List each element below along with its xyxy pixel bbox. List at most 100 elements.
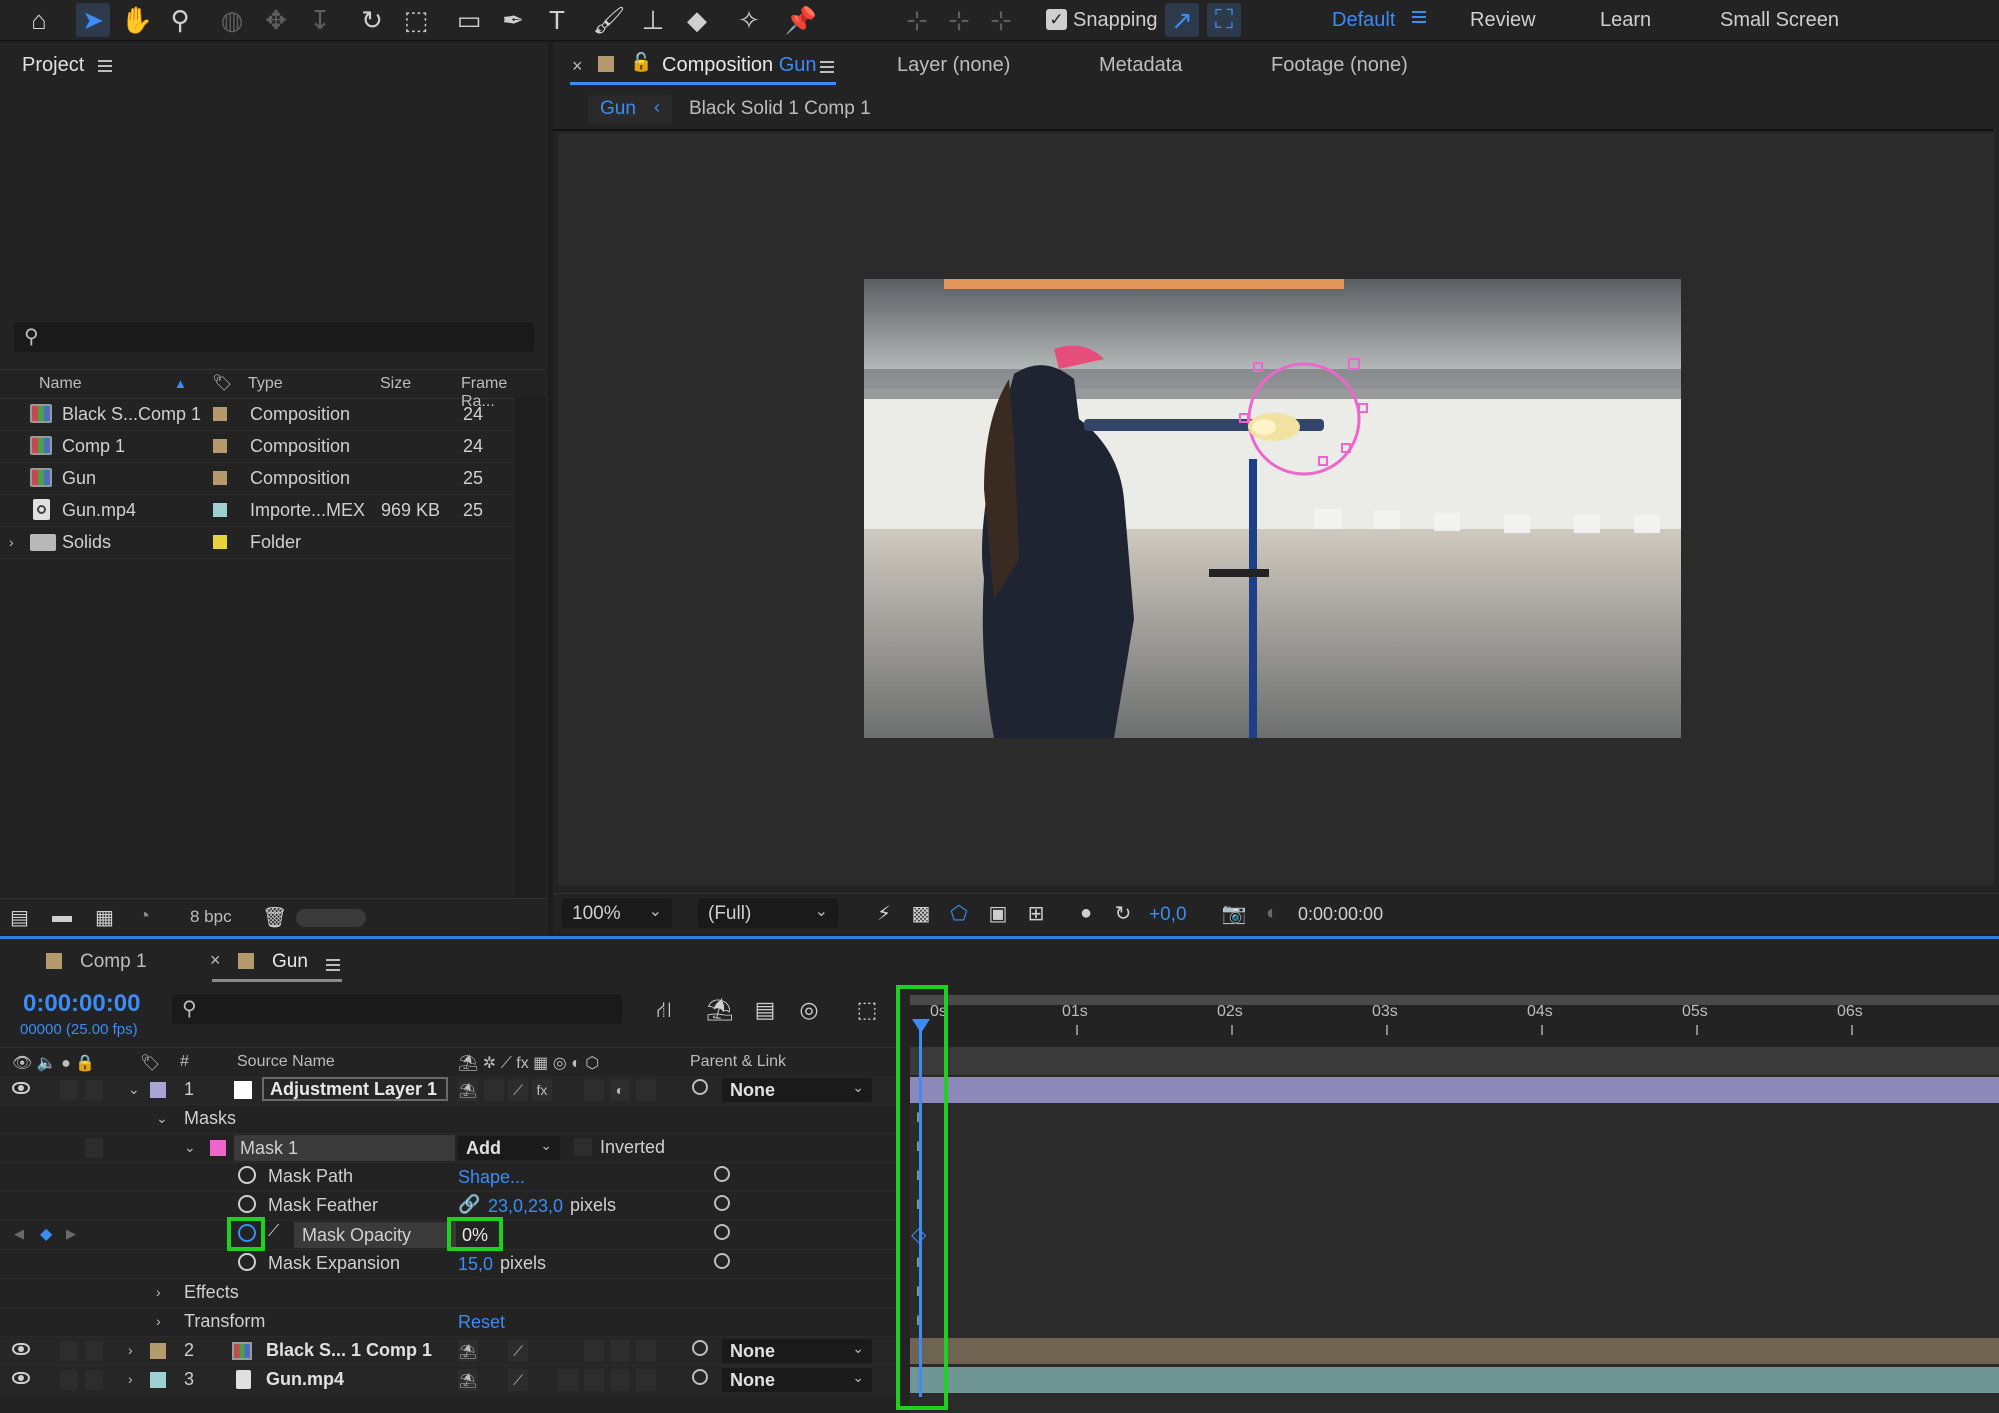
eraser-tool-icon[interactable]: ◆ (680, 3, 714, 37)
motion-blur-switch[interactable] (584, 1079, 604, 1101)
stopwatch-icon[interactable] (238, 1253, 256, 1271)
type-tool-icon[interactable]: T (540, 3, 574, 37)
column-source-name[interactable]: Source Name (237, 1053, 335, 1071)
parent-dropdown[interactable]: None ⌄ (722, 1078, 872, 1102)
lock-icon[interactable]: 🔓 (630, 52, 652, 73)
zoom-tool-icon[interactable]: ⚲ (163, 3, 197, 37)
resolution-dropdown[interactable]: (Full) ⌄ (698, 898, 838, 928)
next-keyframe-icon[interactable]: ▶ (66, 1226, 76, 1242)
property-row-mask-expansion[interactable]: Mask Expansion 15,0 pixels (0, 1250, 900, 1279)
parent-dropdown[interactable]: None ⌄ (722, 1368, 872, 1392)
workspace-small-screen[interactable]: Small Screen (1720, 9, 1839, 32)
workspace-default[interactable]: Default (1332, 9, 1395, 32)
tab-footage[interactable]: Footage (none) (1271, 54, 1408, 77)
pick-whip-icon[interactable] (714, 1224, 730, 1240)
orbit-camera-icon[interactable]: ◍ (215, 3, 249, 37)
shy-switch[interactable]: ⛱ (458, 1369, 478, 1391)
roto-brush-tool-icon[interactable]: ✧ (732, 3, 766, 37)
solo-toggle[interactable] (60, 1341, 78, 1361)
comp-panel-menu-icon[interactable] (820, 58, 834, 82)
breadcrumb-current[interactable]: Gun ‹ (588, 95, 672, 123)
video-frame[interactable] (864, 279, 1681, 738)
mask-color-swatch[interactable] (210, 1140, 226, 1156)
tab-composition[interactable]: Composition Gun (662, 54, 817, 77)
lock-toggle[interactable] (85, 1080, 103, 1100)
mask-expansion-value[interactable]: 15,0 (458, 1254, 493, 1275)
view-axis-icon[interactable]: ⊹ (984, 3, 1018, 37)
quality-switch[interactable]: ⟋ (508, 1340, 528, 1362)
project-search-input[interactable]: ⚲ (14, 322, 534, 352)
label-swatch[interactable] (213, 439, 227, 453)
home-icon[interactable]: ⌂ (22, 3, 56, 37)
layer-1-track-bar[interactable] (910, 1077, 1999, 1103)
layer-label-swatch[interactable] (150, 1343, 166, 1359)
pan-camera-icon[interactable]: ✥ (259, 3, 293, 37)
mask-mode-dropdown[interactable]: Add ⌄ (458, 1136, 560, 1160)
new-folder-icon[interactable]: ▬ (52, 905, 72, 928)
show-snapshot-icon[interactable]: ◐ (1259, 900, 1285, 926)
exposure-value[interactable]: +0,0 (1149, 904, 1187, 926)
expand-chevron-icon[interactable]: › (156, 1284, 161, 1300)
collapse-switch[interactable] (484, 1079, 504, 1101)
graph-editor-icon[interactable]: ⬚ (853, 997, 881, 1023)
pick-whip-icon[interactable] (692, 1079, 708, 1095)
label-swatch[interactable] (213, 407, 227, 421)
mask-feather-value[interactable]: 23,0,23,0 (488, 1196, 563, 1217)
previous-keyframe-icon[interactable]: ◀ (14, 1226, 24, 1242)
motion-blur-icon[interactable]: ◎ (795, 997, 823, 1023)
adjustment-switch[interactable]: ◐ (610, 1079, 630, 1101)
clone-stamp-tool-icon[interactable]: ⊥ (636, 3, 670, 37)
project-panel-menu-icon[interactable] (98, 57, 113, 75)
expand-chevron-icon[interactable]: › (128, 1342, 133, 1358)
layer-row-2[interactable]: › 2 Black S... 1 Comp 1 ⛱ ⟋ None ⌄ (0, 1337, 900, 1366)
mask-path-value[interactable]: Shape... (458, 1167, 525, 1188)
mask-row[interactable]: ⌄ Mask 1 Add ⌄ Inverted (0, 1134, 900, 1163)
timeline-search-input[interactable]: ⚲ (172, 994, 622, 1024)
snapping-checkbox[interactable]: ✓ (1046, 9, 1067, 30)
timeline-tracks[interactable] (910, 1076, 1999, 1413)
motion-blur-switch[interactable] (584, 1340, 604, 1362)
column-name[interactable]: Name (39, 375, 82, 393)
lock-toggle[interactable] (85, 1341, 103, 1361)
grid-guides-icon[interactable]: ⊞ (1023, 900, 1049, 926)
expand-chevron-icon[interactable]: ⌄ (156, 1110, 168, 1127)
layer-label-swatch[interactable] (150, 1372, 166, 1388)
transform-group-row[interactable]: › Transform Reset (0, 1308, 900, 1337)
pick-whip-icon[interactable] (714, 1195, 730, 1211)
project-item[interactable]: › Solids Folder (0, 526, 515, 559)
pick-whip-icon[interactable] (692, 1369, 708, 1385)
stopwatch-active-icon[interactable] (238, 1224, 256, 1242)
layer-3-track-bar[interactable] (910, 1367, 1999, 1393)
tab-gun[interactable]: Gun (272, 951, 308, 973)
layer-row-1[interactable]: ⌄ 1 Adjustment Layer 1 ⛱ ⟋ fx ◐ None ⌄ (0, 1076, 900, 1105)
playhead-handle[interactable] (912, 1019, 930, 1033)
composition-flowchart-icon[interactable]: ⛙ (650, 997, 678, 1023)
effect-switch[interactable] (558, 1369, 578, 1391)
zoom-dropdown[interactable]: 100% ⌄ (562, 898, 672, 928)
property-row-mask-feather[interactable]: Mask Feather 🔗 23,0,23,0 pixels (0, 1192, 900, 1221)
label-swatch[interactable] (213, 535, 227, 549)
hand-tool-icon[interactable]: ✋ (120, 3, 154, 37)
close-tab-icon[interactable]: × (210, 950, 221, 971)
layer-2-track-bar[interactable] (910, 1338, 1999, 1364)
bit-depth[interactable]: 8 bpc (190, 907, 232, 927)
solo-toggle[interactable] (60, 1080, 78, 1100)
pick-whip-icon[interactable] (714, 1253, 730, 1269)
layer-label-swatch[interactable] (150, 1082, 166, 1098)
stopwatch-icon[interactable] (238, 1195, 256, 1213)
project-item[interactable]: Gun.mp4 Importe...MEX 969 KB 25 (0, 494, 515, 527)
add-keyframe-icon[interactable]: ◆ (40, 1224, 52, 1244)
transparency-grid-icon[interactable]: ▩ (908, 900, 934, 926)
expand-chevron-icon[interactable]: ⌄ (128, 1081, 140, 1098)
layer-row-3[interactable]: › 3 Gun.mp4 ⛱ ⟋ None ⌄ (0, 1366, 900, 1395)
rotate-tool-icon[interactable]: ↻ (355, 3, 389, 37)
interpret-footage-icon[interactable]: ▤ (10, 905, 29, 930)
adjustment-switch[interactable] (610, 1340, 630, 1362)
property-row-mask-path[interactable]: Mask Path Shape... (0, 1163, 900, 1192)
project-item[interactable]: Gun Composition 25 (0, 462, 515, 495)
dependencies-icon[interactable]: ◔ (138, 905, 150, 928)
current-time-display[interactable]: 0:00:00:00 (23, 990, 140, 1018)
selection-tool-icon[interactable]: ➤ (76, 3, 110, 37)
column-type[interactable]: Type (248, 375, 283, 393)
quality-switch[interactable]: ⟋ (508, 1369, 528, 1391)
